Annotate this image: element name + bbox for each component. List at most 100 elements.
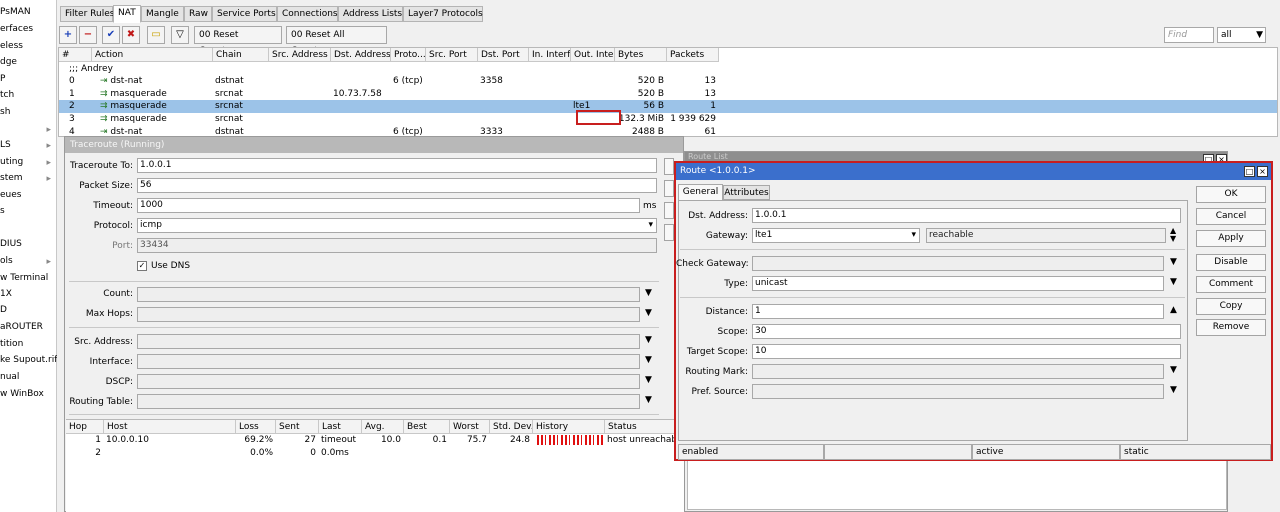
tab-nat[interactable]: NAT <box>113 5 141 23</box>
pref-source-input[interactable] <box>752 384 1164 399</box>
column-header[interactable]: Bytes <box>615 48 667 62</box>
comment-button[interactable]: Comment <box>1196 276 1266 293</box>
sidebar-item[interactable]: P <box>0 71 57 87</box>
check-gateway-input[interactable] <box>752 256 1164 271</box>
timeout-input[interactable]: 1000 <box>137 198 640 213</box>
column-header[interactable]: Action <box>92 48 213 62</box>
tab-service-ports[interactable]: Service Ports <box>212 6 277 22</box>
dscp-input[interactable] <box>137 374 640 389</box>
tab-layer7-protocols[interactable]: Layer7 Protocols <box>403 6 483 22</box>
column-header[interactable]: Src. Port <box>426 48 478 62</box>
ok-button[interactable]: OK <box>1196 186 1266 203</box>
routing-table-input[interactable] <box>137 394 640 409</box>
column-header[interactable]: Status <box>605 420 684 434</box>
tab-raw[interactable]: Raw <box>184 6 212 22</box>
sidebar-item[interactable]: D <box>0 302 57 318</box>
tab-address-lists[interactable]: Address Lists <box>338 6 403 22</box>
sidebar-item[interactable]: 1X <box>0 286 57 302</box>
sidebar-item[interactable]: w Terminal <box>0 270 57 286</box>
type-select[interactable]: unicast <box>752 276 1164 291</box>
interface-input[interactable] <box>137 354 640 369</box>
traceroute-to-input[interactable]: 1.0.0.1 <box>137 158 657 173</box>
pref-source-dropdown-icon[interactable]: ▼ <box>1170 385 1177 395</box>
cancel-button[interactable]: Cancel <box>1196 208 1266 225</box>
sidebar-item[interactable]: ke Supout.rif <box>0 352 57 368</box>
start-button[interactable] <box>664 158 674 175</box>
column-header[interactable]: Last <box>319 420 362 434</box>
max-hops-dropdown-icon[interactable]: ▼ <box>645 308 652 318</box>
gateway-updown-icon[interactable]: ▲ ▼ <box>1170 227 1176 243</box>
find-input[interactable]: Find <box>1164 27 1214 43</box>
dst-address-input[interactable]: 1.0.0.1 <box>752 208 1181 223</box>
remove-button[interactable]: − <box>79 26 97 44</box>
sidebar-item[interactable]: tition <box>0 336 57 352</box>
tab-attributes[interactable]: Attributes <box>723 185 770 200</box>
table-row[interactable]: 0 ⇥ dst-nat dstnat 6 (tcp) 3358 520 B 13 <box>59 75 1277 88</box>
column-header[interactable]: # <box>59 48 92 62</box>
disable-button[interactable]: ✖ <box>122 26 140 44</box>
sidebar-item[interactable]: w WinBox <box>0 386 57 402</box>
type-dropdown-icon[interactable]: ▼ <box>1170 277 1177 287</box>
table-row[interactable]: 2 0.0% 0 0.0ms <box>66 447 684 460</box>
sidebar-item[interactable]: eless <box>0 38 57 54</box>
sidebar-item[interactable]: ▸ <box>0 121 57 137</box>
column-header[interactable]: Loss <box>236 420 276 434</box>
sidebar-item[interactable]: tch <box>0 87 57 103</box>
gateway-input[interactable]: lte1 ▾ <box>752 228 920 243</box>
sidebar-item[interactable]: uting ▸ <box>0 154 57 170</box>
table-row[interactable]: 1 ⇉ masquerade srcnat 10.73.7.58 520 B 13 <box>59 88 1277 101</box>
sidebar-item[interactable]: s <box>0 203 57 219</box>
count-input[interactable] <box>137 287 640 302</box>
port-input[interactable]: 33434 <box>137 238 657 253</box>
disable-button[interactable]: Disable <box>1196 254 1266 271</box>
sidebar-item[interactable]: LS ▸ <box>0 137 57 153</box>
tab-filter-rules[interactable]: Filter Rules <box>60 6 114 22</box>
src-address-input[interactable] <box>137 334 640 349</box>
tab-general[interactable]: General <box>678 184 723 200</box>
close-button[interactable] <box>664 202 674 219</box>
comment-button[interactable]: ▭ <box>147 26 165 44</box>
column-header[interactable]: Chain <box>213 48 269 62</box>
routing-mark-dropdown-icon[interactable]: ▼ <box>1170 365 1177 375</box>
column-header[interactable]: In. Interf... <box>529 48 571 62</box>
filter-icon[interactable]: ▽ <box>171 26 189 44</box>
sidebar-item[interactable]: nual <box>0 369 57 385</box>
use-dns-checkbox[interactable]: ✓ <box>137 261 147 271</box>
new-window-button[interactable] <box>664 224 674 241</box>
column-header[interactable]: Worst <box>450 420 490 434</box>
dscp-dropdown-icon[interactable]: ▼ <box>645 375 652 385</box>
sidebar-item[interactable]: dge <box>0 54 57 70</box>
column-header[interactable]: Sent <box>276 420 319 434</box>
sidebar-item[interactable]: ols ▸ <box>0 253 57 269</box>
route-title[interactable]: Route <1.0.0.1> <box>676 163 1271 180</box>
protocol-select[interactable]: icmp ▾ <box>137 218 657 233</box>
reset-all-counters-button[interactable]: 00 Reset All Counters <box>286 26 387 56</box>
table-row[interactable]: 1 10.0.0.10 69.2% 27 timeout 10.0 0.1 75.7 24.8 h… <box>66 434 684 447</box>
tab-mangle[interactable]: Mangle <box>141 6 184 22</box>
src-address-dropdown-icon[interactable]: ▼ <box>645 335 652 345</box>
column-header[interactable]: Src. Address <box>269 48 331 62</box>
column-header[interactable]: Hop <box>66 420 104 434</box>
distance-input[interactable]: 1 <box>752 304 1164 319</box>
column-header[interactable]: Best <box>404 420 450 434</box>
target-scope-input[interactable]: 10 <box>752 344 1181 359</box>
apply-button[interactable]: Apply <box>1196 230 1266 247</box>
remove-button[interactable]: Remove <box>1196 319 1266 336</box>
column-header[interactable]: Dst. Port <box>478 48 529 62</box>
column-header[interactable]: Avg. <box>362 420 404 434</box>
max-hops-input[interactable] <box>137 307 640 322</box>
column-header[interactable]: Out. Inte... <box>571 48 615 62</box>
distance-up-icon[interactable]: ▲ <box>1170 305 1177 315</box>
column-header[interactable]: Dst. Address <box>331 48 391 62</box>
routing-mark-input[interactable] <box>752 364 1164 379</box>
column-header[interactable]: Proto... <box>391 48 426 62</box>
sidebar-item[interactable]: sh <box>0 104 57 120</box>
stop-button[interactable] <box>664 180 674 197</box>
add-button[interactable]: + <box>59 26 77 44</box>
sidebar-item[interactable]: erfaces <box>0 21 57 37</box>
scope-input[interactable]: 30 <box>752 324 1181 339</box>
table-row[interactable]: 3 ⇉ masquerade srcnat 132.3 MiB 1 939 629 <box>59 113 1277 126</box>
sidebar-item[interactable]: aROUTER <box>0 319 57 335</box>
column-header[interactable]: History <box>533 420 605 434</box>
traceroute-title[interactable]: Traceroute (Running) <box>65 137 683 153</box>
